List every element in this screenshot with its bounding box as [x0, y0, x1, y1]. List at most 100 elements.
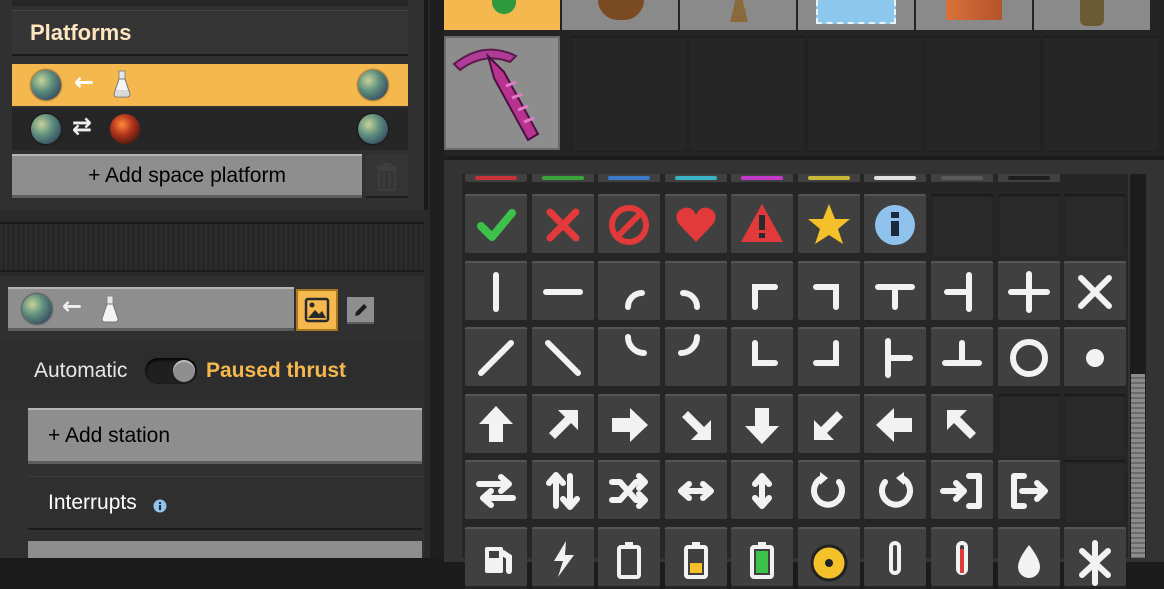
pink-signal-cell[interactable]	[731, 174, 793, 182]
mode-toggle[interactable]	[145, 358, 197, 384]
drop-cell[interactable]	[998, 527, 1060, 589]
thermometer-low-cell[interactable]	[864, 527, 926, 589]
battery-empty-icon	[617, 542, 641, 579]
planet-icon	[31, 114, 61, 144]
empty-slot[interactable]	[571, 36, 687, 152]
warning-cell[interactable]	[731, 194, 793, 256]
add-station-button[interactable]: + Add station	[28, 408, 422, 464]
x-cell[interactable]	[532, 194, 594, 256]
t-down-cell[interactable]	[864, 261, 926, 323]
exit-cell[interactable]	[998, 460, 1060, 522]
corner-bottom-left-cell[interactable]	[731, 327, 793, 389]
interrupts-section[interactable]: Interrupts	[28, 476, 422, 530]
diagonal-down-icon	[545, 340, 581, 376]
battery-half-icon	[684, 542, 708, 579]
arrow-down-right-cell[interactable]	[665, 394, 727, 456]
arrow-up-left-cell[interactable]	[931, 394, 993, 456]
swap-vertical-cell[interactable]	[532, 460, 594, 522]
t-right-cell[interactable]	[864, 327, 926, 389]
add-space-platform-button[interactable]: + Add space platform	[12, 154, 362, 198]
shuffle-cell[interactable]	[598, 460, 660, 522]
red-signal-cell[interactable]	[465, 174, 527, 182]
diagonal-down-cell[interactable]	[532, 327, 594, 389]
battery-half-cell[interactable]	[665, 527, 727, 589]
blue-signal-cell[interactable]	[598, 174, 660, 182]
circle-cell[interactable]	[998, 327, 1060, 389]
delete-platform-button[interactable]	[366, 154, 408, 198]
cross-cell[interactable]	[1064, 261, 1126, 323]
star-cell[interactable]	[798, 194, 860, 256]
arrow-left-cell[interactable]	[864, 394, 926, 456]
snowflake-cell[interactable]	[1064, 527, 1126, 589]
empty-slot[interactable]	[925, 36, 1041, 152]
arrow-up-right-cell[interactable]	[532, 394, 594, 456]
arrow-up-cell[interactable]	[465, 394, 527, 456]
rotate-cw-cell[interactable]	[798, 460, 860, 522]
arrow-down-cell[interactable]	[731, 394, 793, 456]
corner-bottom-right-cell[interactable]	[798, 327, 860, 389]
t-left-icon	[944, 272, 972, 312]
fuel-cell[interactable]	[465, 527, 527, 589]
no-entry-cell[interactable]	[598, 194, 660, 256]
radiation-cell[interactable]	[798, 527, 860, 589]
item-slot-pickaxe[interactable]	[444, 36, 560, 150]
plus-cell[interactable]	[998, 261, 1060, 323]
heart-cell[interactable]	[665, 194, 727, 256]
line-horizontal-cell[interactable]	[532, 261, 594, 323]
battery-empty-cell[interactable]	[598, 527, 660, 589]
info-cell[interactable]	[864, 194, 926, 256]
corner-top-right-cell[interactable]	[798, 261, 860, 323]
corner-top-left-cell[interactable]	[731, 261, 793, 323]
thermometer-high-cell[interactable]	[931, 527, 993, 589]
item-slot[interactable]	[1034, 0, 1150, 30]
empty-slot[interactable]	[689, 36, 805, 152]
schedule-entry[interactable]	[28, 541, 422, 558]
battery-full-cell[interactable]	[731, 527, 793, 589]
black-signal-cell[interactable]	[998, 174, 1060, 182]
enter-cell[interactable]	[931, 460, 993, 522]
planet-icon	[358, 70, 388, 100]
platform-name-field[interactable]: ←	[8, 287, 294, 331]
t-left-cell[interactable]	[931, 261, 993, 323]
t-up-cell[interactable]	[931, 327, 993, 389]
swap-horizontal-cell[interactable]	[465, 460, 527, 522]
empty-slot[interactable]	[1043, 36, 1159, 152]
diagonal-up-cell[interactable]	[465, 327, 527, 389]
green-signal-cell[interactable]	[532, 174, 594, 182]
grid-scroll-thumb[interactable]	[1131, 374, 1145, 558]
curve-bottom-left-cell[interactable]	[598, 327, 660, 389]
rotate-ccw-cell[interactable]	[864, 460, 926, 522]
empty-slot[interactable]	[807, 36, 923, 152]
cyan-signal-cell[interactable]	[665, 174, 727, 182]
curve-right-cell[interactable]	[665, 261, 727, 323]
grey-signal-cell[interactable]	[931, 174, 993, 182]
platform-row-1[interactable]: ←	[12, 64, 408, 106]
item-slot-selected[interactable]	[444, 0, 560, 30]
item-slot[interactable]	[798, 0, 914, 30]
item-slot[interactable]	[562, 0, 678, 30]
dot-cell[interactable]	[1064, 327, 1126, 389]
rename-button[interactable]	[347, 297, 374, 324]
up-down-cell[interactable]	[731, 460, 793, 522]
arrow-down-right-icon	[682, 411, 711, 440]
arrow-right-cell[interactable]	[598, 394, 660, 456]
choose-icon-button[interactable]	[296, 289, 338, 331]
yellow-signal-cell[interactable]	[798, 174, 860, 182]
curve-bottom-right-cell[interactable]	[665, 327, 727, 389]
up-down-icon	[752, 473, 772, 509]
item-slot[interactable]	[916, 0, 1032, 30]
thermometer-low-icon	[889, 541, 901, 575]
curve-left-cell[interactable]	[598, 261, 660, 323]
left-right-cell[interactable]	[665, 460, 727, 522]
info-icon	[875, 205, 915, 245]
panel-divider	[0, 222, 424, 272]
line-vertical-cell[interactable]	[465, 261, 527, 323]
info-icon[interactable]	[153, 499, 167, 513]
arrow-down-left-cell[interactable]	[798, 394, 860, 456]
white-signal-cell[interactable]	[864, 174, 926, 182]
lightning-cell[interactable]	[532, 527, 594, 589]
green-item-icon	[492, 0, 516, 14]
platform-row-2[interactable]: ⇄	[12, 108, 408, 150]
item-slot[interactable]	[680, 0, 796, 30]
check-cell[interactable]	[465, 194, 527, 256]
